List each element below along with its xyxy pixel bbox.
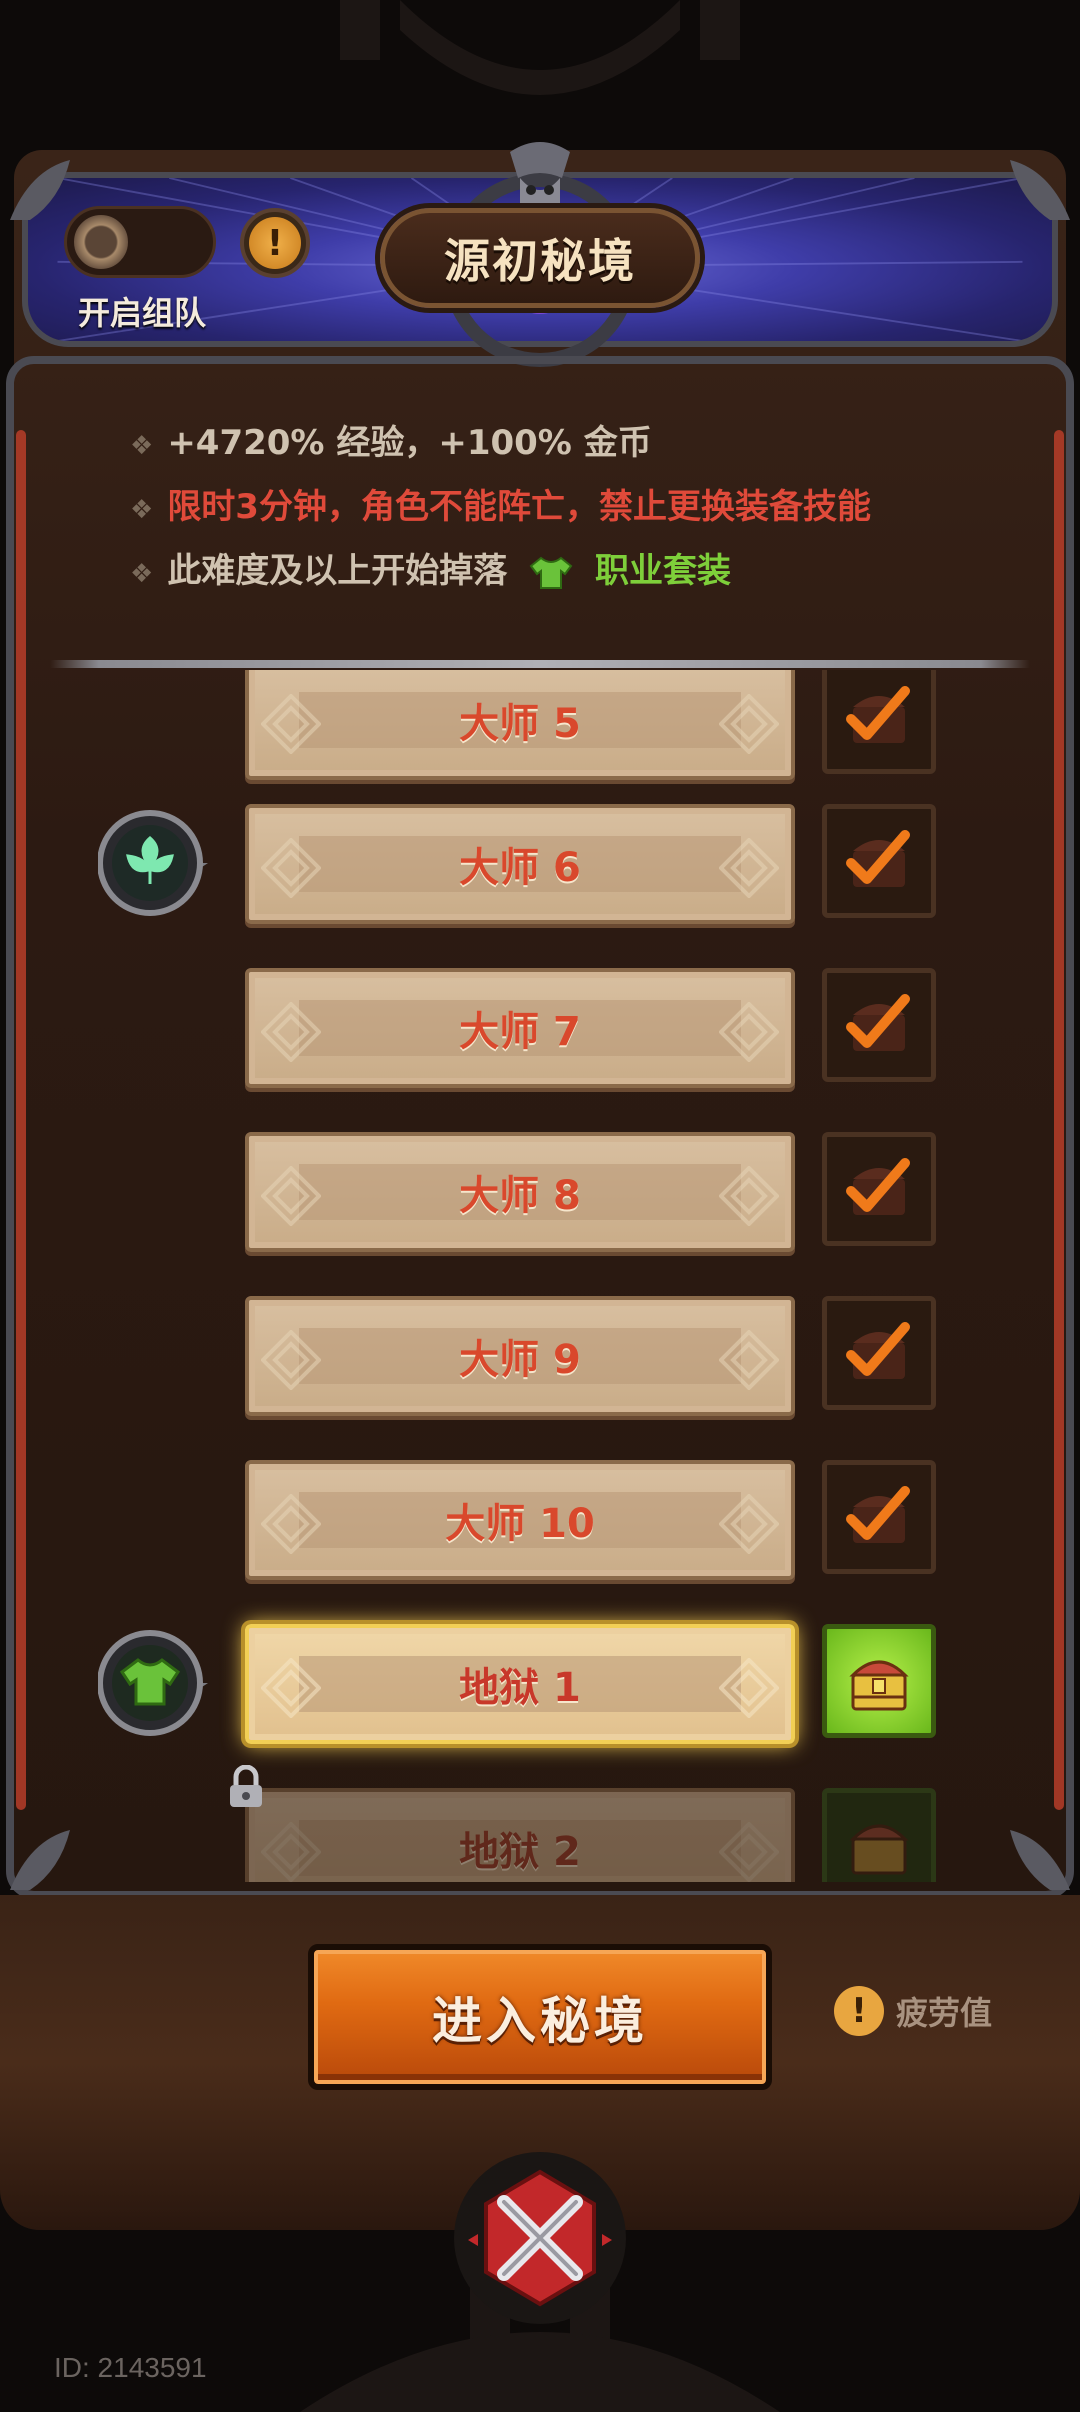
- reward-info: ❖ +4720% 经验，+100% 金币 ❖ 限时3分钟，角色不能阵亡，禁止更换装备…: [50, 375, 1030, 655]
- difficulty-plate[interactable]: 大师 5: [245, 670, 795, 780]
- checked-chest-icon: [846, 686, 910, 743]
- knot-ornament-icon: [261, 1330, 321, 1390]
- difficulty-plate[interactable]: 大师 10: [245, 1460, 795, 1580]
- knot-ornament-icon: [719, 1166, 779, 1226]
- difficulty-list[interactable]: 大师 5 大师 6 大师 7 大师 8 大师 9 大师 10 地狱 1 地狱 2: [40, 670, 1040, 1882]
- knot-ornament-icon: [261, 838, 321, 898]
- difficulty-plate[interactable]: 大师 9: [245, 1296, 795, 1416]
- lock-icon: [230, 1765, 262, 1807]
- info-line-drops: ❖ 此难度及以上开始掉落 职业套装: [130, 551, 731, 591]
- difficulty-label: 地狱 2: [459, 1829, 581, 1875]
- difficulty-label: 大师 10: [445, 1501, 595, 1547]
- knot-ornament-icon: [719, 694, 779, 754]
- title-plate: 源初秘境: [380, 208, 700, 308]
- difficulty-label: 大师 7: [459, 1009, 581, 1055]
- diamond-bullet-icon: ❖: [130, 495, 154, 525]
- treasure-chest-icon: [849, 1824, 909, 1875]
- list-item-master-5[interactable]: 大师 5: [40, 670, 1040, 790]
- reward-chest-box[interactable]: [822, 1296, 936, 1410]
- info-line-restrictions: ❖ 限时3分钟，角色不能阵亡，禁止更换装备技能: [130, 487, 871, 527]
- checked-chest-icon: [846, 1158, 910, 1215]
- fatigue-label: 疲劳值: [896, 1994, 993, 2032]
- reward-chest-box[interactable]: [822, 670, 936, 774]
- exclamation-icon: !: [834, 1986, 884, 2036]
- page-title: 源初秘境: [444, 234, 636, 288]
- reward-chest-box[interactable]: [822, 1132, 936, 1246]
- diamond-bullet-icon: ❖: [130, 559, 154, 589]
- knot-ornament-icon: [261, 694, 321, 754]
- reward-chest-box[interactable]: [822, 1624, 936, 1738]
- checked-chest-icon: [846, 830, 910, 887]
- leaf-icon: [98, 810, 208, 916]
- difficulty-plate[interactable]: 大师 7: [245, 968, 795, 1088]
- checked-chest-icon: [846, 994, 910, 1051]
- knot-ornament-icon: [261, 1002, 321, 1062]
- info-line-rewards: ❖ +4720% 经验，+100% 金币: [130, 423, 652, 463]
- armor-icon: [98, 1630, 208, 1736]
- knot-ornament-icon: [261, 1166, 321, 1226]
- reward-chest-box-locked: [822, 1788, 936, 1882]
- knot-ornament-icon: [719, 1330, 779, 1390]
- user-id: ID: 2143591: [54, 2352, 207, 2383]
- difficulty-plate[interactable]: 大师 8: [245, 1132, 795, 1252]
- checked-chest-icon: [846, 1322, 910, 1379]
- difficulty-label: 大师 5: [459, 701, 581, 747]
- knot-ornament-icon: [261, 1822, 321, 1882]
- knot-ornament-icon: [719, 1494, 779, 1554]
- list-item-master-8[interactable]: 大师 8: [40, 1132, 1040, 1262]
- list-item-master-7[interactable]: 大师 7: [40, 968, 1040, 1098]
- knot-ornament-icon: [719, 1002, 779, 1062]
- knot-ornament-icon: [261, 1494, 321, 1554]
- divider: [50, 660, 1030, 668]
- knot-ornament-icon: [719, 838, 779, 898]
- team-toggle-label: 开启组队: [78, 294, 207, 332]
- checked-chest-icon: [846, 1486, 910, 1543]
- difficulty-label: 大师 8: [459, 1173, 581, 1219]
- difficulty-plate-locked: 地狱 2: [245, 1788, 795, 1882]
- knot-ornament-icon: [719, 1822, 779, 1882]
- reward-chest-box[interactable]: [822, 804, 936, 918]
- difficulty-plate-selected[interactable]: 地狱 1: [245, 1624, 795, 1744]
- toggle-knob: [71, 212, 131, 272]
- difficulty-plate[interactable]: 大师 6: [245, 804, 795, 924]
- diamond-bullet-icon: ❖: [130, 431, 154, 461]
- treasure-chest-icon: [849, 1660, 909, 1711]
- list-item-master-6[interactable]: 大师 6: [40, 804, 1040, 934]
- knot-ornament-icon: [261, 1658, 321, 1718]
- difficulty-label: 大师 6: [459, 845, 581, 891]
- info-button[interactable]: !: [240, 208, 310, 278]
- difficulty-label: 地狱 1: [459, 1665, 581, 1711]
- reward-chest-box[interactable]: [822, 968, 936, 1082]
- list-item-master-9[interactable]: 大师 9: [40, 1296, 1040, 1426]
- list-item-hell-2: 地狱 2: [40, 1788, 1040, 1882]
- enter-dungeon-label: 进入秘境: [432, 1992, 648, 2050]
- difficulty-label: 大师 9: [459, 1337, 581, 1383]
- enter-dungeon-button[interactable]: 进入秘境: [308, 1944, 772, 2090]
- list-item-master-10[interactable]: 大师 10: [40, 1460, 1040, 1590]
- armor-icon: [529, 556, 573, 589]
- fatigue-info[interactable]: ! 疲劳值: [834, 1986, 992, 2036]
- team-toggle[interactable]: [64, 206, 216, 278]
- knot-ornament-icon: [719, 1658, 779, 1718]
- reward-chest-box[interactable]: [822, 1460, 936, 1574]
- close-button[interactable]: [452, 2150, 628, 2326]
- exclamation-icon: !: [249, 217, 301, 269]
- list-item-hell-1[interactable]: 地狱 1: [40, 1624, 1040, 1754]
